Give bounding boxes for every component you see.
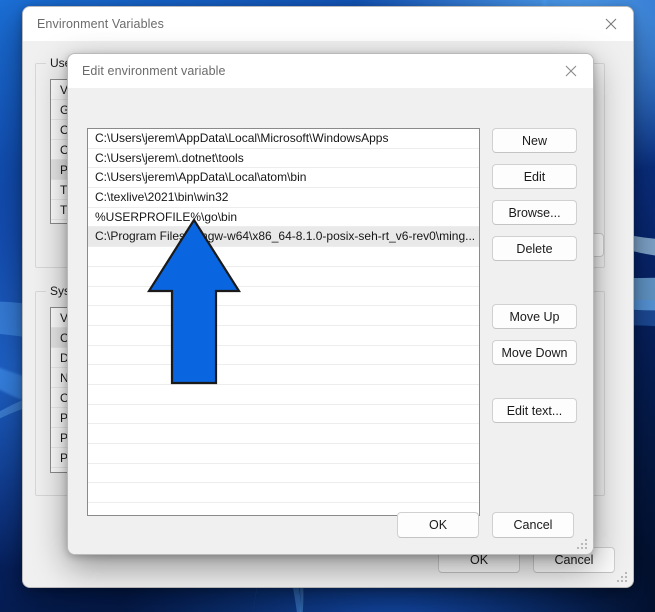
path-action-buttons: New Edit Browse... Delete Move Up Move D… xyxy=(492,128,577,434)
new-button[interactable]: New xyxy=(492,128,577,153)
inner-resize-grip[interactable] xyxy=(577,539,588,550)
outer-titlebar: Environment Variables xyxy=(23,7,633,41)
list-item-empty[interactable] xyxy=(88,365,479,385)
edit-environment-variable-dialog: Edit environment variable C:\Users\jerem… xyxy=(67,53,594,555)
inner-titlebar: Edit environment variable xyxy=(68,54,593,88)
close-icon[interactable] xyxy=(549,54,593,88)
list-item-empty[interactable] xyxy=(88,267,479,287)
list-item-empty[interactable] xyxy=(88,464,479,484)
outer-window-title: Environment Variables xyxy=(37,16,164,31)
list-item[interactable]: C:\Program Files\mingw-w64\x86_64-8.1.0-… xyxy=(88,227,479,248)
list-item[interactable]: C:\texlive\2021\bin\win32 xyxy=(88,188,479,208)
list-item-empty[interactable] xyxy=(88,424,479,444)
list-item-empty[interactable] xyxy=(88,346,479,366)
browse-button[interactable]: Browse... xyxy=(492,200,577,225)
edit-button[interactable]: Edit xyxy=(492,164,577,189)
list-item-empty[interactable] xyxy=(88,385,479,405)
list-item-empty[interactable] xyxy=(88,326,479,346)
inner-dialog-body: C:\Users\jerem\AppData\Local\Microsoft\W… xyxy=(68,88,593,554)
list-item-empty[interactable] xyxy=(88,405,479,425)
inner-window-title: Edit environment variable xyxy=(82,63,226,78)
list-item[interactable]: C:\Users\jerem\AppData\Local\Microsoft\W… xyxy=(88,129,479,149)
list-item-empty[interactable] xyxy=(88,247,479,267)
list-item-empty[interactable] xyxy=(88,306,479,326)
outer-resize-grip[interactable] xyxy=(617,572,628,583)
move-down-button[interactable]: Move Down xyxy=(492,340,577,365)
list-item[interactable]: C:\Users\jerem\.dotnet\tools xyxy=(88,148,479,169)
list-item[interactable]: %USERPROFILE%\go\bin xyxy=(88,207,479,228)
list-item-empty[interactable] xyxy=(88,483,479,504)
list-item[interactable]: C:\Users\jerem\AppData\Local\atom\bin xyxy=(88,168,479,189)
inner-cancel-button[interactable]: Cancel xyxy=(492,512,574,538)
path-entries-listbox[interactable]: C:\Users\jerem\AppData\Local\Microsoft\W… xyxy=(87,128,480,516)
edit-text-button[interactable]: Edit text... xyxy=(492,398,577,423)
move-up-button[interactable]: Move Up xyxy=(492,304,577,329)
list-item-empty[interactable] xyxy=(88,444,479,464)
inner-footer-buttons: OK Cancel xyxy=(397,512,574,538)
inner-ok-button[interactable]: OK xyxy=(397,512,479,538)
delete-button[interactable]: Delete xyxy=(492,236,577,261)
button-group-spacer xyxy=(492,376,577,398)
button-group-spacer xyxy=(492,272,577,304)
list-item-empty[interactable] xyxy=(88,287,479,307)
close-icon[interactable] xyxy=(589,7,633,41)
